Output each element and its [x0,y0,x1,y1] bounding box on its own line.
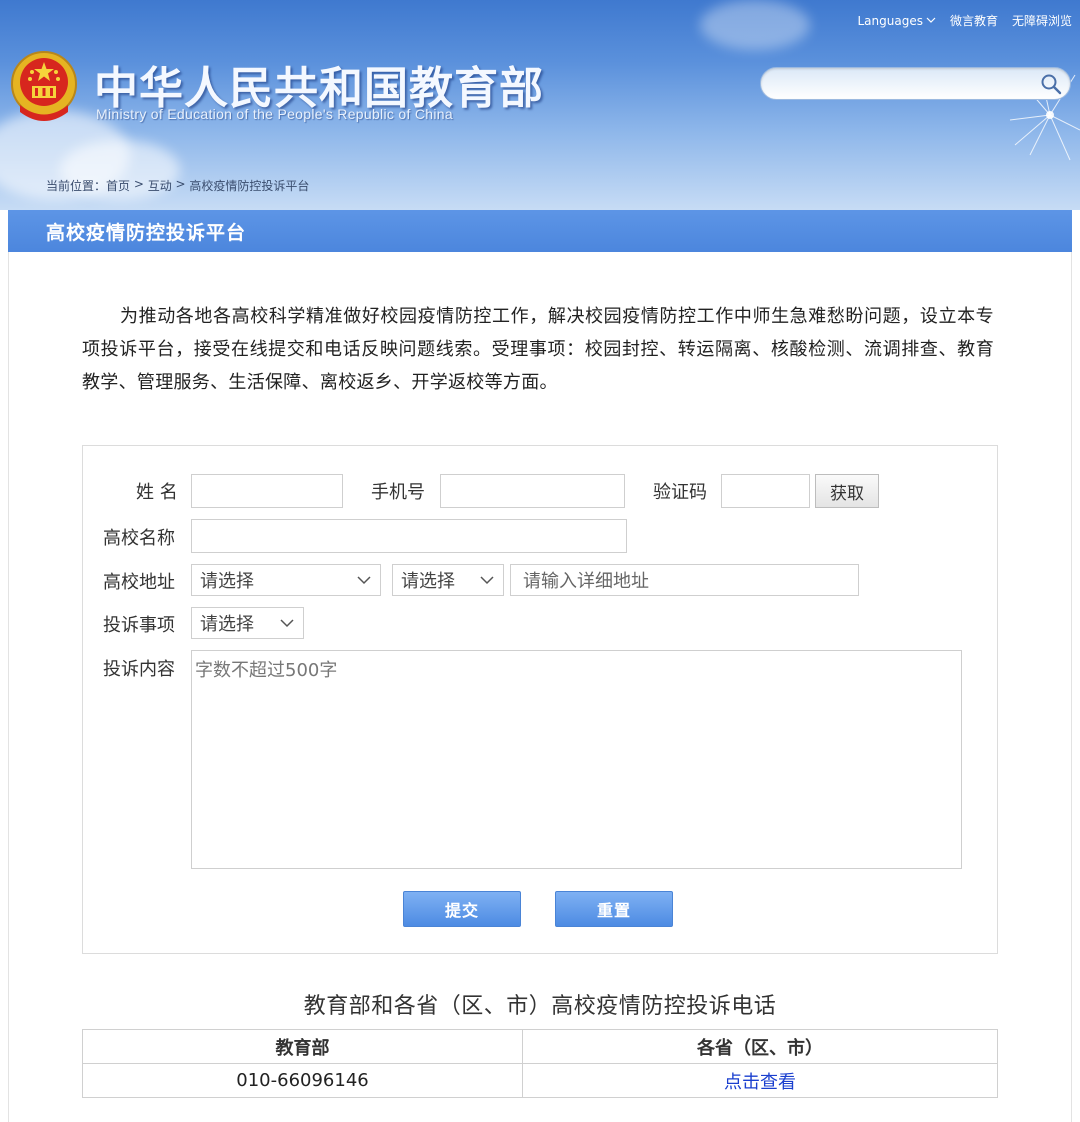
intro-paragraph: 为推动各地各高校科学精准做好校园疫情防控工作，解决校园疫情防控工作中师生急难愁盼… [82,306,994,393]
languages-menu[interactable]: Languages [857,13,936,28]
verification-code-field[interactable] [721,474,810,508]
detail-address-field[interactable]: 请输入详细地址 [510,564,859,596]
table-header-row: 教育部 各省（区、市） [82,1029,998,1064]
school-name-label: 高校名称 [103,528,175,549]
complaint-content-label: 投诉内容 [103,659,175,680]
hotline-section-title: 教育部和各省（区、市）高校疫情防控投诉电话 [303,994,777,1019]
chevron-down-icon [926,17,936,23]
school-address-label: 高校地址 [103,572,175,593]
complaint-content-placeholder: 字数不超过500字 [195,660,338,681]
table-header-provinces: 各省（区、市） [522,1029,998,1064]
site-subtitle: Ministry of Education of the People's Re… [96,106,453,122]
site-header: 中华人民共和国教育部 Ministry of Education of the … [0,0,1080,210]
section-title-bar: 高校疫情防控投诉平台 [8,210,1072,252]
complaint-matter-select-value: 请选择 [200,614,254,635]
section-title: 高校疫情防控投诉平台 [46,222,247,244]
city-select-value: 请选择 [401,571,455,592]
search-box [760,67,1071,100]
school-name-field[interactable] [191,519,627,553]
verification-code-label: 验证码 [653,482,707,503]
table-row: 010-66096146 点击查看 [82,1063,998,1098]
get-code-button[interactable]: 获取 [815,474,879,508]
breadcrumb-home-link[interactable]: 首页 [106,177,130,194]
breadcrumb-separator: > [130,177,148,191]
weiyan-link[interactable]: 微言教育 [950,12,998,29]
view-provinces-link[interactable]: 点击查看 [724,1072,796,1093]
province-phone-cell: 点击查看 [522,1063,998,1098]
complaint-matter-label: 投诉事项 [103,615,175,636]
city-select[interactable]: 请选择 [392,564,504,596]
province-select[interactable]: 请选择 [191,564,381,596]
top-links: Languages 微言教育 无障碍浏览 [857,12,1072,29]
breadcrumb-separator: > [171,177,190,191]
search-icon[interactable] [1040,73,1062,95]
moe-phone-number: 010-66096146 [82,1063,523,1098]
breadcrumb: 当前位置： 首页 > 互动 > 高校疫情防控投诉平台 [46,177,309,194]
submit-button[interactable]: 提交 [403,891,521,927]
breadcrumb-current: 高校疫情防控投诉平台 [189,179,310,193]
chevron-down-icon [480,576,494,585]
chevron-down-icon [280,619,294,628]
name-field[interactable] [191,474,343,508]
province-select-value: 请选择 [200,571,254,592]
complaint-content-textarea[interactable]: 字数不超过500字 [191,650,962,869]
breadcrumb-interact-link[interactable]: 互动 [148,177,172,194]
phone-label: 手机号 [371,482,425,503]
complaint-matter-select[interactable]: 请选择 [191,607,304,639]
name-label: 姓 名 [136,482,178,503]
languages-label: Languages [857,13,923,28]
table-header-moe: 教育部 [82,1029,523,1064]
national-emblem-icon [11,51,77,121]
reset-button[interactable]: 重置 [555,891,673,927]
hotline-table: 教育部 各省（区、市） 010-66096146 点击查看 [82,1029,998,1098]
accessible-browse-link[interactable]: 无障碍浏览 [1012,12,1072,29]
cloud-decoration [700,0,810,50]
chevron-down-icon [357,576,371,585]
search-input[interactable] [775,68,1035,99]
phone-field[interactable] [440,474,625,508]
breadcrumb-prefix: 当前位置： [46,179,107,193]
detail-address-placeholder: 请输入详细地址 [523,571,649,592]
